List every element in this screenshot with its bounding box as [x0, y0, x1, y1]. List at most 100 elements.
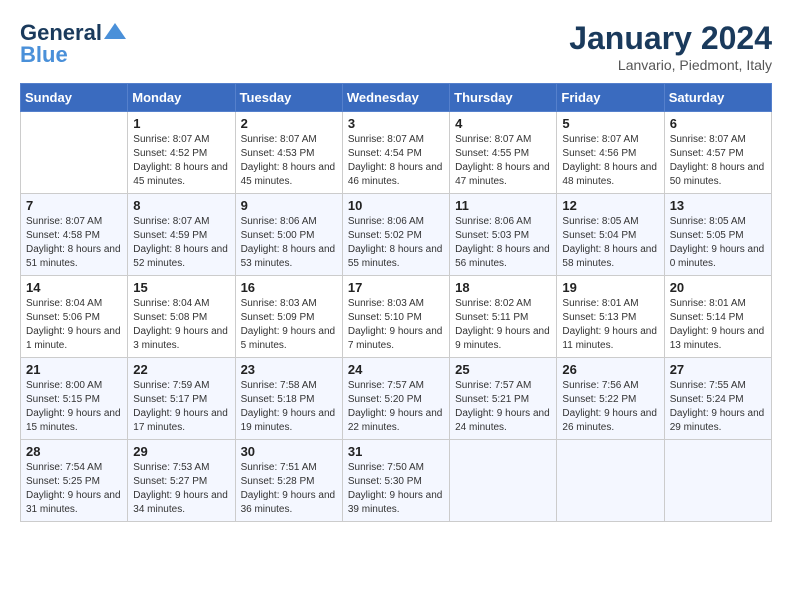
calendar-cell: 8 Sunrise: 8:07 AMSunset: 4:59 PMDaylight…	[128, 194, 235, 276]
calendar-cell: 15 Sunrise: 8:04 AMSunset: 5:08 PMDayligh…	[128, 276, 235, 358]
day-number: 31	[348, 444, 444, 459]
calendar-week-2: 7Sunrise: 8:07 AMSunset: 4:58 PMDaylight…	[21, 194, 772, 276]
day-number: 15	[133, 280, 229, 295]
header-sunday: Sunday	[21, 84, 128, 112]
day-detail: Sunrise: 8:07 AMSunset: 4:58 PMDaylight:…	[26, 215, 122, 271]
day-detail: Sunrise: 8:07 AMSunset: 4:59 PMDaylight:…	[133, 215, 229, 271]
day-detail: Sunrise: 8:07 AMSunset: 4:56 PMDaylight:…	[562, 133, 658, 189]
day-number: 5	[562, 116, 658, 131]
calendar-cell: 12Sunrise: 8:05 AMSunset: 5:04 PMDayligh…	[557, 194, 664, 276]
day-number: 8	[133, 198, 229, 213]
calendar-cell: 25Sunrise: 7:57 AMSunset: 5:21 PMDayligh…	[450, 358, 557, 440]
calendar-cell: 23 Sunrise: 7:58 AMSunset: 5:18 PMDayligh…	[235, 358, 342, 440]
calendar-cell: 5 Sunrise: 8:07 AMSunset: 4:56 PMDaylight…	[557, 112, 664, 194]
day-number: 3	[348, 116, 444, 131]
location: Lanvario, Piedmont, Italy	[569, 57, 772, 73]
calendar-cell	[557, 440, 664, 522]
calendar-cell: 2Sunrise: 8:07 AMSunset: 4:53 PMDaylight…	[235, 112, 342, 194]
day-detail: Sunrise: 8:03 AMSunset: 5:09 PMDaylight:…	[241, 297, 337, 353]
calendar-week-1: 1 Sunrise: 8:07 AMSunset: 4:52 PMDaylight…	[21, 112, 772, 194]
calendar-cell: 31Sunrise: 7:50 AMSunset: 5:30 PMDayligh…	[342, 440, 449, 522]
calendar-week-5: 28Sunrise: 7:54 AMSunset: 5:25 PMDayligh…	[21, 440, 772, 522]
day-detail: Sunrise: 8:06 AMSunset: 5:02 PMDaylight:…	[348, 215, 444, 271]
day-detail: Sunrise: 7:51 AMSunset: 5:28 PMDaylight:…	[241, 461, 337, 517]
calendar-cell: 4 Sunrise: 8:07 AMSunset: 4:55 PMDaylight…	[450, 112, 557, 194]
day-number: 26	[562, 362, 658, 377]
day-detail: Sunrise: 8:04 AMSunset: 5:08 PMDaylight:…	[133, 297, 229, 353]
day-detail: Sunrise: 8:06 AMSunset: 5:00 PMDaylight:…	[241, 215, 337, 271]
calendar-cell: 26Sunrise: 7:56 AMSunset: 5:22 PMDayligh…	[557, 358, 664, 440]
day-number: 11	[455, 198, 551, 213]
calendar-header-row: SundayMondayTuesdayWednesdayThursdayFrid…	[21, 84, 772, 112]
calendar-cell	[21, 112, 128, 194]
day-number: 2	[241, 116, 337, 131]
calendar-table: SundayMondayTuesdayWednesdayThursdayFrid…	[20, 83, 772, 522]
calendar-cell: 14 Sunrise: 8:04 AMSunset: 5:06 PMDayligh…	[21, 276, 128, 358]
calendar-cell: 20 Sunrise: 8:01 AMSunset: 5:14 PMDayligh…	[664, 276, 771, 358]
day-number: 16	[241, 280, 337, 295]
calendar-cell: 17 Sunrise: 8:03 AMSunset: 5:10 PMDayligh…	[342, 276, 449, 358]
day-number: 6	[670, 116, 766, 131]
title-area: January 2024 Lanvario, Piedmont, Italy	[569, 20, 772, 73]
day-detail: Sunrise: 8:07 AMSunset: 4:57 PMDaylight:…	[670, 133, 766, 189]
day-detail: Sunrise: 8:03 AMSunset: 5:10 PMDaylight:…	[348, 297, 444, 353]
day-detail: Sunrise: 8:02 AMSunset: 5:11 PMDaylight:…	[455, 297, 551, 353]
month-title: January 2024	[569, 20, 772, 57]
day-number: 29	[133, 444, 229, 459]
day-number: 27	[670, 362, 766, 377]
day-detail: Sunrise: 7:55 AMSunset: 5:24 PMDaylight:…	[670, 379, 766, 435]
day-number: 24	[348, 362, 444, 377]
calendar-cell: 6 Sunrise: 8:07 AMSunset: 4:57 PMDaylight…	[664, 112, 771, 194]
logo: General Blue	[20, 20, 126, 68]
day-detail: Sunrise: 8:07 AMSunset: 4:52 PMDaylight:…	[133, 133, 229, 189]
calendar-week-4: 21Sunrise: 8:00 AMSunset: 5:15 PMDayligh…	[21, 358, 772, 440]
calendar-week-3: 14 Sunrise: 8:04 AMSunset: 5:06 PMDayligh…	[21, 276, 772, 358]
calendar-cell: 16 Sunrise: 8:03 AMSunset: 5:09 PMDayligh…	[235, 276, 342, 358]
day-number: 21	[26, 362, 122, 377]
day-detail: Sunrise: 7:57 AMSunset: 5:20 PMDaylight:…	[348, 379, 444, 435]
day-number: 22	[133, 362, 229, 377]
header-friday: Friday	[557, 84, 664, 112]
calendar-cell: 27 Sunrise: 7:55 AMSunset: 5:24 PMDayligh…	[664, 358, 771, 440]
day-number: 13	[670, 198, 766, 213]
calendar-cell: 24 Sunrise: 7:57 AMSunset: 5:20 PMDayligh…	[342, 358, 449, 440]
calendar-cell: 29 Sunrise: 7:53 AMSunset: 5:27 PMDayligh…	[128, 440, 235, 522]
day-detail: Sunrise: 7:58 AMSunset: 5:18 PMDaylight:…	[241, 379, 337, 435]
calendar-cell: 11 Sunrise: 8:06 AMSunset: 5:03 PMDayligh…	[450, 194, 557, 276]
header-thursday: Thursday	[450, 84, 557, 112]
day-detail: Sunrise: 8:07 AMSunset: 4:55 PMDaylight:…	[455, 133, 551, 189]
calendar-cell: 7Sunrise: 8:07 AMSunset: 4:58 PMDaylight…	[21, 194, 128, 276]
day-detail: Sunrise: 7:59 AMSunset: 5:17 PMDaylight:…	[133, 379, 229, 435]
header-tuesday: Tuesday	[235, 84, 342, 112]
logo-text-blue: Blue	[20, 42, 68, 68]
day-number: 17	[348, 280, 444, 295]
day-number: 4	[455, 116, 551, 131]
calendar-cell: 30Sunrise: 7:51 AMSunset: 5:28 PMDayligh…	[235, 440, 342, 522]
calendar-cell: 9Sunrise: 8:06 AMSunset: 5:00 PMDaylight…	[235, 194, 342, 276]
calendar-cell: 21Sunrise: 8:00 AMSunset: 5:15 PMDayligh…	[21, 358, 128, 440]
day-detail: Sunrise: 8:01 AMSunset: 5:14 PMDaylight:…	[670, 297, 766, 353]
day-detail: Sunrise: 8:07 AMSunset: 4:54 PMDaylight:…	[348, 133, 444, 189]
day-number: 14	[26, 280, 122, 295]
day-detail: Sunrise: 8:04 AMSunset: 5:06 PMDaylight:…	[26, 297, 122, 353]
calendar-cell: 28Sunrise: 7:54 AMSunset: 5:25 PMDayligh…	[21, 440, 128, 522]
day-number: 20	[670, 280, 766, 295]
day-detail: Sunrise: 7:53 AMSunset: 5:27 PMDaylight:…	[133, 461, 229, 517]
calendar-cell: 18Sunrise: 8:02 AMSunset: 5:11 PMDayligh…	[450, 276, 557, 358]
calendar-cell: 3 Sunrise: 8:07 AMSunset: 4:54 PMDaylight…	[342, 112, 449, 194]
day-detail: Sunrise: 8:05 AMSunset: 5:05 PMDaylight:…	[670, 215, 766, 271]
day-number: 1	[133, 116, 229, 131]
day-number: 25	[455, 362, 551, 377]
day-detail: Sunrise: 8:06 AMSunset: 5:03 PMDaylight:…	[455, 215, 551, 271]
day-number: 10	[348, 198, 444, 213]
calendar-cell: 19Sunrise: 8:01 AMSunset: 5:13 PMDayligh…	[557, 276, 664, 358]
header-saturday: Saturday	[664, 84, 771, 112]
calendar-cell: 10 Sunrise: 8:06 AMSunset: 5:02 PMDayligh…	[342, 194, 449, 276]
day-detail: Sunrise: 8:01 AMSunset: 5:13 PMDaylight:…	[562, 297, 658, 353]
header-monday: Monday	[128, 84, 235, 112]
calendar-cell: 13 Sunrise: 8:05 AMSunset: 5:05 PMDayligh…	[664, 194, 771, 276]
day-detail: Sunrise: 8:05 AMSunset: 5:04 PMDaylight:…	[562, 215, 658, 271]
day-number: 23	[241, 362, 337, 377]
calendar-cell: 22 Sunrise: 7:59 AMSunset: 5:17 PMDayligh…	[128, 358, 235, 440]
calendar-cell	[450, 440, 557, 522]
